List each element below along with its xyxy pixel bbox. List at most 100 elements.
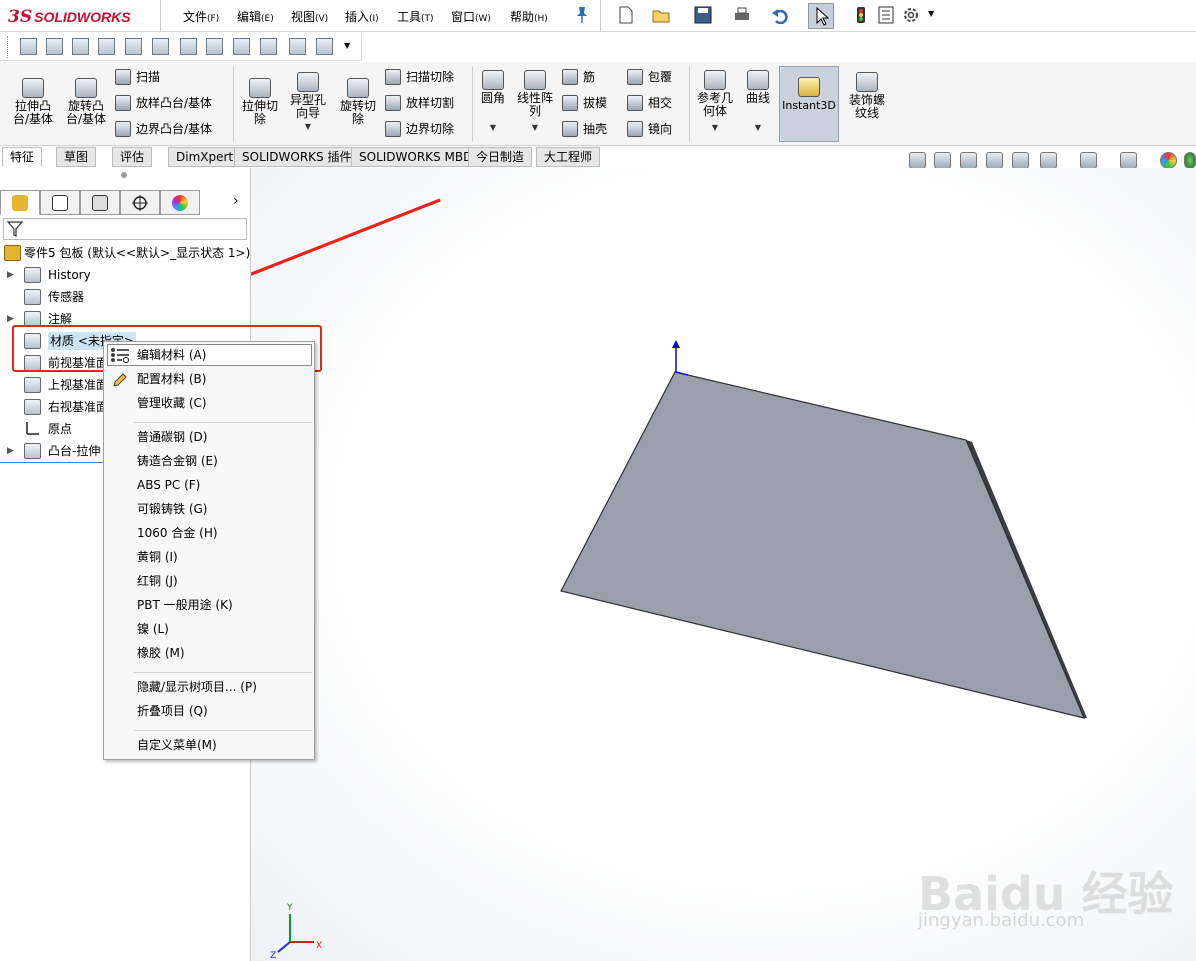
revolve-cut-button[interactable]: 旋转切 除 (335, 78, 381, 126)
curves-button[interactable]: 曲线 ▼ (742, 70, 774, 134)
open-folder-icon[interactable] (652, 6, 670, 24)
boundary-boss-button[interactable]: 边界凸台/基体 (115, 120, 212, 137)
reference-geometry-button[interactable]: 参考几 何体 ▼ (694, 70, 736, 134)
menu-item-nickel[interactable]: 镍 (L) (137, 619, 169, 639)
hide-show-items-icon[interactable] (316, 38, 333, 55)
fillet-button[interactable]: 圆角 ▼ (478, 70, 508, 134)
undo-icon[interactable] (771, 6, 789, 25)
section-view-icon[interactable] (986, 152, 1003, 169)
tab-display-manager[interactable] (160, 190, 200, 215)
fillet-dropdown-icon[interactable]: ▼ (478, 121, 508, 134)
hole-wizard-dropdown-icon[interactable]: ▼ (285, 120, 331, 133)
print-icon[interactable] (733, 6, 751, 24)
section-view-icon[interactable] (180, 38, 197, 55)
tangent-edges-icon[interactable] (152, 38, 169, 55)
zoom-to-area-icon[interactable] (934, 152, 951, 169)
loft-cut-button[interactable]: 放样切割 (385, 94, 454, 111)
tab-dimxpert-manager[interactable] (120, 190, 160, 215)
select-pointer-icon[interactable] (808, 3, 834, 29)
save-icon[interactable] (694, 6, 712, 24)
options-gear-icon[interactable] (902, 6, 920, 24)
intersect-button[interactable]: 相交 (627, 94, 672, 111)
view-orientation-icon[interactable] (1040, 152, 1057, 169)
menu-item-copper[interactable]: 红铜 (J) (137, 571, 178, 591)
revolve-boss-button[interactable]: 旋转凸 台/基体 (63, 78, 109, 126)
mirror-button[interactable]: 镜向 (627, 120, 672, 137)
menu-item-pbt[interactable]: PBT 一般用途 (K) (137, 595, 233, 615)
view-orientation-icon[interactable] (289, 38, 306, 55)
draft-button[interactable]: 拔模 (562, 94, 607, 111)
hide-show-items-icon[interactable] (1120, 152, 1137, 169)
shadows-icon[interactable] (206, 38, 223, 55)
panel-grip[interactable] (121, 172, 127, 178)
previous-view-icon[interactable] (960, 152, 977, 169)
3d-view-icon[interactable] (20, 38, 37, 55)
menu-item-manage-favorites[interactable]: 管理收藏 (C) (137, 393, 207, 413)
curves-dropdown-icon[interactable]: ▼ (742, 121, 774, 134)
display-style-icon[interactable] (1080, 152, 1097, 169)
menu-view[interactable]: 视图(V) (291, 8, 328, 25)
tab-sketch[interactable]: 草图 (56, 147, 97, 167)
cosmetic-thread-button[interactable]: 装饰螺 纹线 (844, 72, 890, 120)
menu-file[interactable]: 文件(F) (183, 8, 219, 25)
menu-item-abs-pc[interactable]: ABS PC (F) (137, 475, 200, 495)
sweep-cut-button[interactable]: 扫描切除 (385, 68, 454, 85)
hidden-lines-icon[interactable] (98, 38, 115, 55)
linear-pattern-button[interactable]: 线性阵 列 ▼ (513, 70, 557, 134)
menu-item-plain-carbon-steel[interactable]: 普通碳钢 (D) (137, 427, 207, 447)
menu-item-malleable-cast-iron[interactable]: 可锻铸铁 (G) (137, 499, 207, 519)
tab-today-manufacturing[interactable]: 今日制造 (468, 147, 533, 167)
shaded-icon[interactable] (72, 38, 89, 55)
expand-arrow-icon[interactable]: ▶ (7, 440, 14, 462)
menu-help[interactable]: 帮助(H) (510, 8, 548, 25)
rebuild-traffic-light-icon[interactable] (852, 6, 870, 24)
menu-item-hide-show-tree-items[interactable]: 隐藏/显示树项目... (P) (137, 677, 257, 697)
pin-icon[interactable] (575, 6, 589, 24)
menu-tools[interactable]: 工具(T) (397, 8, 434, 25)
instant3d-button[interactable]: Instant3D (779, 66, 839, 142)
options-dropdown-icon[interactable]: ▼ (928, 9, 934, 18)
menu-window[interactable]: 窗口(W) (451, 8, 491, 25)
expand-arrow-icon[interactable]: ▶ (7, 264, 14, 286)
tab-evaluate[interactable]: 评估 (112, 147, 153, 167)
loft-boss-button[interactable]: 放样凸台/基体 (115, 94, 212, 111)
menu-item-collapse-items[interactable]: 折叠项目 (Q) (137, 701, 208, 721)
menu-item-1060-alloy[interactable]: 1060 合金 (H) (137, 523, 218, 543)
display-style-icon[interactable] (46, 38, 63, 55)
menu-insert[interactable]: 插入(I) (345, 8, 379, 25)
zoom-to-fit-icon[interactable] (909, 152, 926, 169)
tab-features[interactable]: 特征 (2, 147, 43, 167)
wireframe-icon[interactable] (125, 38, 142, 55)
plate-face[interactable] (560, 371, 1086, 719)
menu-item-cast-alloy-steel[interactable]: 铸造合金钢 (E) (137, 451, 218, 471)
tree-filter-input[interactable] (3, 218, 247, 240)
wrap-button[interactable]: 包覆 (627, 68, 672, 85)
extrude-boss-button[interactable]: 拉伸凸 台/基体 (10, 78, 56, 126)
linear-pattern-dropdown-icon[interactable]: ▼ (513, 121, 557, 134)
panel-chevron-right-icon[interactable]: › (233, 193, 239, 209)
dynamic-annotation-icon[interactable] (1012, 152, 1029, 169)
tab-property-manager[interactable] (40, 190, 80, 215)
tab-solidworks-addins[interactable]: SOLIDWORKS 插件 (234, 147, 360, 167)
tab-engineer[interactable]: 大工程师 (536, 147, 601, 167)
tab-feature-manager[interactable] (0, 190, 40, 215)
menu-item-brass[interactable]: 黄铜 (I) (137, 547, 178, 567)
menu-item-edit-material[interactable]: 编辑材料 (A) (137, 345, 206, 365)
file-properties-icon[interactable] (877, 6, 895, 24)
row2-dropdown-icon[interactable]: ▼ (344, 41, 350, 50)
shell-button[interactable]: 抽壳 (562, 120, 607, 137)
menu-edit[interactable]: 编辑(E) (237, 8, 274, 25)
appearance-icon[interactable] (1160, 152, 1177, 169)
tab-configuration-manager[interactable] (80, 190, 120, 215)
rib-button[interactable]: 筋 (562, 68, 595, 85)
menu-item-customize-menu[interactable]: 自定义菜单(M) (137, 735, 217, 755)
extrude-cut-button[interactable]: 拉伸切 除 (237, 78, 283, 126)
tab-dimxpert[interactable]: DimXpert (168, 147, 242, 167)
boundary-cut-button[interactable]: 边界切除 (385, 120, 454, 137)
tab-solidworks-mbd[interactable]: SOLIDWORKS MBD (351, 147, 481, 167)
menu-item-configure-material[interactable]: 配置材料 (B) (137, 369, 206, 389)
rollback-bar[interactable] (0, 462, 104, 463)
perspective-icon[interactable] (233, 38, 250, 55)
hole-wizard-button[interactable]: 异型孔 向导 ▼ (285, 72, 331, 133)
sweep-button[interactable]: 扫描 (115, 68, 160, 85)
